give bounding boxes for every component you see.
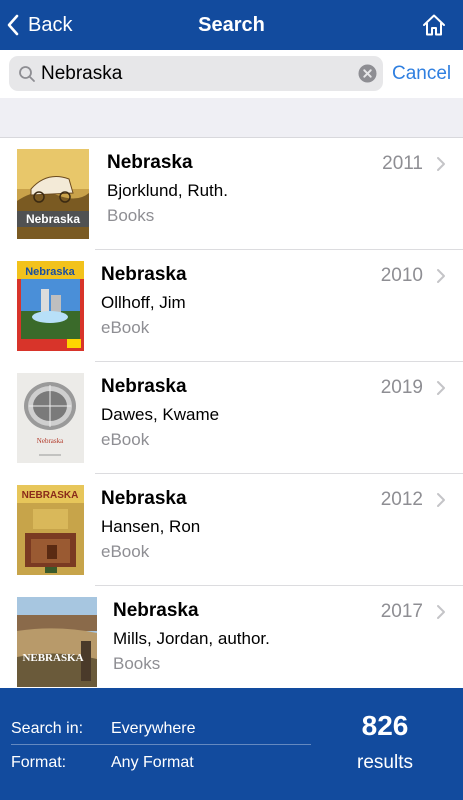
result-format: eBook (101, 542, 150, 561)
chevron-left-icon (7, 14, 19, 36)
result-title: Nebraska (113, 600, 199, 621)
list-item[interactable]: Nebraska Nebraska Bjorklund, Ruth. Books… (0, 138, 463, 250)
back-label: Back (28, 13, 73, 36)
result-author: Mills, Jordan, author. (113, 629, 270, 648)
chevron-right-icon (437, 157, 445, 171)
result-count-label: results (357, 752, 413, 773)
format-label: Format: (11, 754, 67, 771)
search-in-value: Everywhere (111, 720, 196, 737)
search-input[interactable] (41, 56, 351, 91)
result-format: eBook (101, 430, 150, 449)
result-author: Ollhoff, Jim (101, 293, 186, 312)
search-in-label: Search in: (11, 720, 84, 737)
result-author: Dawes, Kwame (101, 405, 220, 424)
result-format: Books (107, 206, 155, 225)
book-cover-image: NEBRASKA (17, 597, 97, 687)
home-icon[interactable] (421, 12, 447, 38)
search-in-filter[interactable]: Search in: Everywhere (11, 714, 311, 744)
cancel-button[interactable]: Cancel (392, 56, 451, 91)
result-year: 2010 (380, 265, 423, 286)
chevron-right-icon (437, 381, 445, 395)
list-item[interactable]: NEBRASKA Nebraska Hansen, Ron eBook 2012 (0, 474, 463, 586)
filter-divider (11, 744, 311, 745)
chevron-right-icon (437, 605, 445, 619)
result-title: Nebraska (101, 376, 187, 397)
cover-title-text: NEBRASKA (22, 490, 79, 501)
navigation-bar: Back Search (0, 0, 463, 50)
result-year: 2012 (380, 489, 423, 510)
clear-icon[interactable] (358, 64, 377, 83)
book-cover-image: Nebraska (17, 149, 89, 239)
result-author: Hansen, Ron (101, 517, 201, 536)
result-title: Nebraska (107, 152, 193, 173)
book-cover-image: Nebraska (17, 261, 84, 351)
search-field[interactable] (9, 56, 383, 91)
result-format: eBook (101, 318, 150, 337)
result-format: Books (113, 654, 161, 673)
search-icon (19, 66, 35, 82)
book-cover-image: Nebraska (17, 373, 84, 463)
chevron-right-icon (437, 269, 445, 283)
result-year: 2011 (382, 153, 423, 174)
cover-title-text: Nebraska (25, 266, 75, 278)
chevron-right-icon (437, 493, 445, 507)
format-filter[interactable]: Format: Any Format (11, 748, 311, 778)
result-title: Nebraska (101, 264, 187, 285)
cover-title-text: Nebraska (37, 437, 64, 445)
back-button[interactable]: Back (6, 0, 72, 50)
result-title: Nebraska (101, 488, 187, 509)
result-year: 2017 (380, 601, 423, 622)
search-bar: Cancel (0, 50, 463, 98)
results-list: Nebraska Nebraska Bjorklund, Ruth. Books… (0, 138, 463, 688)
cover-title-text: NEBRASKA (22, 652, 83, 664)
result-author: Bjorklund, Ruth. (107, 181, 228, 200)
list-item[interactable]: NEBRASKA Nebraska Mills, Jordan, author.… (0, 586, 463, 688)
result-year: 2019 (380, 377, 423, 398)
filter-bar: Search in: Everywhere Format: Any Format… (0, 688, 463, 800)
cover-title-text: Nebraska (26, 212, 80, 226)
result-count: 826 (361, 710, 409, 741)
section-spacer (0, 98, 463, 138)
list-item[interactable]: Nebraska Nebraska Ollhoff, Jim eBook 201… (0, 250, 463, 362)
book-cover-image: NEBRASKA (17, 485, 84, 575)
list-item[interactable]: Nebraska Nebraska Dawes, Kwame eBook 201… (0, 362, 463, 474)
format-value: Any Format (111, 754, 194, 771)
